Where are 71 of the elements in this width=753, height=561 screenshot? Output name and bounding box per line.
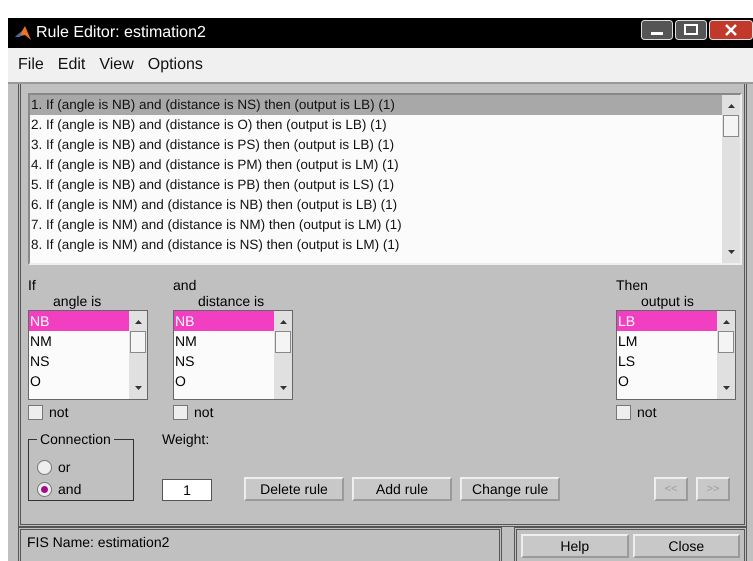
- scroll-thumb[interactable]: [723, 115, 739, 137]
- scroll-up-icon: [278, 319, 288, 325]
- term-item[interactable]: O: [29, 371, 129, 391]
- scrollbar[interactable]: [717, 311, 735, 399]
- rule-button[interactable]: Add rule: [352, 477, 452, 501]
- radio-label: or: [58, 459, 70, 475]
- rule-row[interactable]: 3. If (angle is NB) and (distance is PS) then (output is LB) (1): [30, 135, 722, 155]
- rule-row[interactable]: 2. If (angle is NB) and (distance is O) then (output is LB) (1): [30, 115, 722, 135]
- not-label: not: [49, 404, 68, 420]
- group-title: Connection: [37, 431, 114, 447]
- not-label: not: [194, 404, 214, 420]
- weight-label: Weight:: [162, 431, 210, 447]
- radio-button[interactable]: [37, 482, 52, 496]
- scroll-up-icon: [722, 319, 730, 325]
- term-item[interactable]: O: [617, 371, 717, 391]
- close-icon: [709, 20, 753, 40]
- scrollbar[interactable]: [129, 311, 147, 399]
- minimize-icon: [641, 20, 673, 40]
- menu-item[interactable]: View: [99, 56, 134, 74]
- scroll-thumb[interactable]: [130, 331, 146, 353]
- status-text: FIS Name: estimation2: [18, 527, 502, 561]
- not-label: not: [637, 404, 656, 420]
- not-checkbox[interactable]: [28, 404, 43, 420]
- menu-item[interactable]: File: [18, 56, 44, 74]
- variable-prefix: Then: [616, 277, 649, 293]
- variable-prefix: and: [173, 277, 198, 293]
- menu-item[interactable]: Edit: [58, 56, 86, 74]
- rule-row[interactable]: 8. If (angle is NM) and (distance is NS) then (output is LM) (1): [30, 235, 722, 255]
- term-item[interactable]: LS: [617, 351, 717, 371]
- variable-label: angle is: [52, 293, 102, 309]
- app-logo-icon: [14, 25, 32, 41]
- footer-button[interactable]: Close: [632, 534, 740, 558]
- rule-row[interactable]: 6. If (angle is NM) and (distance is NB) then (output is LB) (1): [30, 195, 722, 215]
- rule-row[interactable]: 1. If (angle is NB) and (distance is NS) then (output is LB) (1): [30, 95, 722, 115]
- scroll-up-icon: [726, 103, 736, 109]
- scrollbar[interactable]: [722, 95, 740, 263]
- scroll-down-icon: [726, 249, 736, 255]
- rule-row[interactable]: 5. If (angle is NB) and (distance is PB) then (output is LS) (1): [30, 175, 722, 195]
- term-item[interactable]: NM: [29, 331, 129, 351]
- rule-row[interactable]: 7. If (angle is NM) and (distance is NM) then (output is LM) (1): [30, 215, 722, 235]
- variable-label: distance is: [197, 293, 266, 309]
- term-item[interactable]: NS: [29, 351, 129, 371]
- radio-button[interactable]: [37, 460, 52, 474]
- scroll-up-icon: [134, 319, 142, 325]
- term-item[interactable]: NS: [174, 351, 274, 371]
- term-item[interactable]: O: [174, 371, 274, 391]
- term-list[interactable]: NB NM NS O: [173, 310, 293, 400]
- rule-button[interactable]: Delete rule: [244, 477, 344, 501]
- not-checkbox[interactable]: [173, 404, 188, 420]
- term-item[interactable]: NM: [174, 331, 274, 351]
- rule-list[interactable]: [28, 93, 742, 265]
- term-list[interactable]: LB LM LS O: [616, 310, 736, 400]
- scrollbar[interactable]: [274, 311, 292, 399]
- scroll-thumb[interactable]: [275, 331, 291, 353]
- weight-field[interactable]: 1: [162, 479, 212, 501]
- variable-label: output is: [640, 293, 695, 309]
- term-item[interactable]: LM: [617, 331, 717, 351]
- maximize-icon: [675, 20, 707, 40]
- radio-label: and: [58, 481, 82, 497]
- menu-item[interactable]: Options: [148, 56, 203, 74]
- scroll-down-icon: [278, 385, 288, 391]
- rule-row[interactable]: 4. If (angle is NB) and (distance is PM) then (output is LM) (1): [30, 155, 722, 175]
- window-title: Rule Editor: estimation2: [36, 24, 207, 42]
- scroll-thumb[interactable]: [718, 331, 734, 353]
- rule-button[interactable]: Change rule: [460, 477, 560, 501]
- term-list[interactable]: NB NM NS O: [28, 310, 148, 400]
- scroll-down-icon: [722, 385, 730, 391]
- footer-button[interactable]: Help: [521, 534, 628, 558]
- variable-prefix: If: [28, 277, 37, 293]
- not-checkbox[interactable]: [616, 404, 631, 420]
- scroll-down-icon: [134, 385, 142, 391]
